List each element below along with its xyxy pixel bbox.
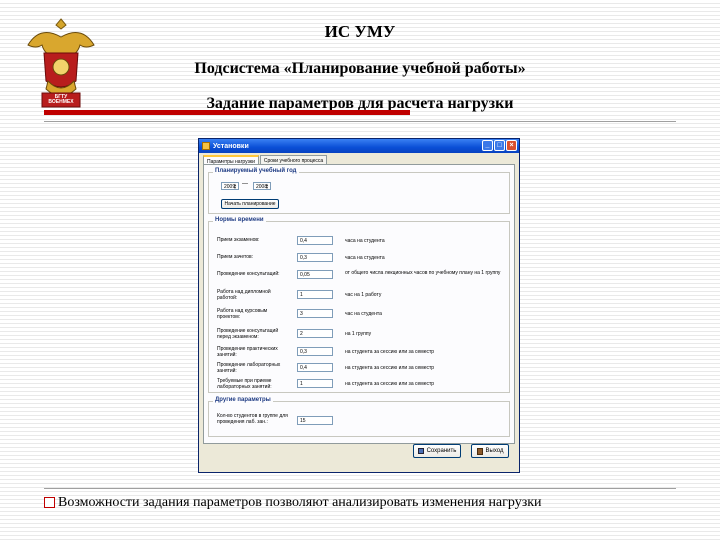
norm-unit: часа на студента	[345, 238, 385, 244]
year-group: Планируемый учебный год 2009 ▲ ▼ — 2008 ▲…	[208, 168, 510, 214]
norm-label: Работа над курсовым проектом:	[217, 308, 268, 320]
norm-input[interactable]: 0,4	[297, 363, 333, 372]
window-title: Установки	[213, 142, 249, 150]
norm-label: Требуемые при приеме лабораторных заняти…	[217, 378, 272, 390]
exit-door-icon	[476, 447, 483, 455]
norms-group-label: Нормы времени	[213, 217, 266, 223]
norm-label: Кол-во студентов в группе для проведения…	[217, 413, 288, 425]
bottom-divider	[44, 488, 676, 489]
norm-unit: час на 1 работу	[345, 292, 382, 298]
minimize-button[interactable]: _	[482, 140, 493, 151]
norm-input[interactable]: 1	[297, 290, 333, 299]
norm-input[interactable]: 0,05	[297, 270, 333, 279]
norms-group: Нормы времени Прием экзаменов: 0,4 часа …	[208, 217, 510, 393]
save-button[interactable]: Сохранить	[413, 444, 461, 458]
year-from-spinner[interactable]: 2009 ▲ ▼	[221, 182, 239, 190]
norm-input[interactable]: 3	[297, 309, 333, 318]
save-button-label: Сохранить	[426, 448, 457, 454]
bullet-square-icon	[44, 497, 55, 508]
top-divider	[44, 121, 676, 122]
other-params-group-label: Другие параметры	[213, 397, 273, 403]
window-titlebar[interactable]: Установки _ □ ×	[199, 139, 519, 153]
group-size-input[interactable]: 15	[297, 416, 333, 425]
spinner-arrows-icon[interactable]: ▲ ▼	[265, 183, 270, 190]
save-icon	[417, 448, 424, 454]
norm-unit: часа на студента	[345, 255, 385, 261]
norm-unit: на студента за сессию или за семестр	[345, 349, 435, 355]
settings-window: Установки _ □ × Параметры нагрузки Сроки…	[198, 138, 520, 473]
norm-unit: на студента за сессию или за семестр	[345, 381, 435, 387]
norm-unit: на 1 группу	[345, 331, 372, 337]
maximize-button[interactable]: □	[494, 140, 505, 151]
norm-unit: на студента за сессию или за семестр	[345, 365, 435, 371]
app-icon	[202, 142, 210, 150]
start-planning-button[interactable]: Начать планирование	[221, 199, 279, 209]
norm-input[interactable]: 1	[297, 379, 333, 388]
other-params-group: Другие параметры Кол-во студентов в груп…	[208, 397, 510, 437]
year-group-label: Планируемый учебный год	[213, 168, 299, 174]
norm-input[interactable]: 0,4	[297, 236, 333, 245]
norm-unit: от общего числа лекционных часов по учеб…	[345, 270, 501, 276]
norm-input[interactable]: 0,3	[297, 253, 333, 262]
year-separator: —	[242, 181, 248, 187]
norm-label: Работа над дипломной работой:	[217, 289, 271, 301]
close-button[interactable]: ×	[506, 140, 517, 151]
norm-input[interactable]: 2	[297, 329, 333, 338]
spinner-arrows-icon[interactable]: ▲ ▼	[233, 183, 238, 190]
tab-panel: Планируемый учебный год 2009 ▲ ▼ — 2008 ▲…	[203, 164, 515, 444]
slide-caption: Возможности задания параметров позволяют…	[58, 495, 542, 510]
norm-unit: час на студента	[345, 311, 382, 317]
title-accent-bar	[44, 110, 410, 115]
norm-label: Прием зачетов:	[217, 254, 254, 260]
norm-label: Проведение консультаций перед экзаменом:	[217, 328, 279, 340]
year-to-spinner[interactable]: 2008 ▲ ▼	[253, 182, 271, 190]
exit-button[interactable]: Выход	[471, 444, 509, 458]
norm-label: Прием экзаменов:	[217, 237, 260, 243]
norm-input[interactable]: 0,3	[297, 347, 333, 356]
norm-label: Проведение консультаций:	[217, 271, 280, 277]
norm-label: Проведение лабораторных занятий:	[217, 362, 281, 374]
slide-title-line1: ИС УМУ	[324, 22, 396, 41]
slide-title-line2: Подсистема «Планирование учебной работы»	[194, 60, 526, 77]
norm-label: Проведение практических занятий:	[217, 346, 278, 358]
exit-button-label: Выход	[485, 448, 504, 454]
